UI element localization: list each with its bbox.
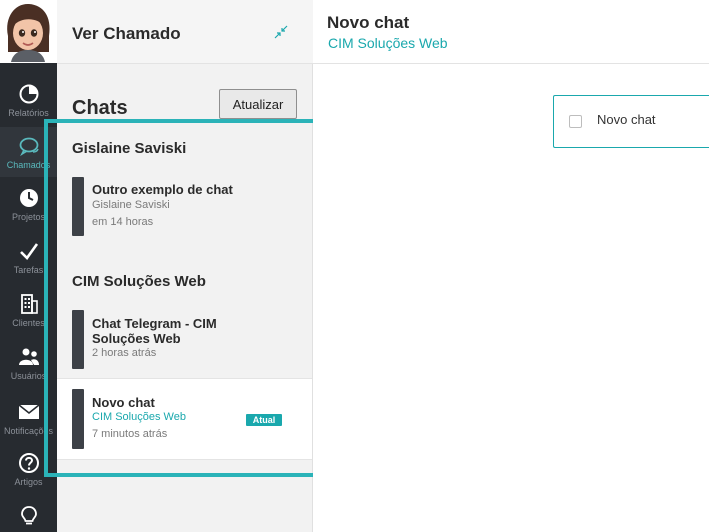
user-avatar-image	[2, 2, 54, 62]
chat-name: Outro exemplo de chat	[92, 182, 233, 197]
nav-item-usuarios[interactable]: Usuários	[0, 338, 57, 388]
chat-time: 7 minutos atrás	[92, 428, 168, 440]
nav-label: Relatórios	[8, 108, 49, 118]
chat-indicator-bar	[72, 310, 84, 369]
nav-item-tarefas[interactable]: Tarefas	[0, 232, 57, 282]
help-circle-icon	[18, 453, 39, 473]
chat-item-novo-chat[interactable]: Novo chat CIM Soluções Web Atual 7 minut…	[57, 378, 312, 460]
chat-subtitle: CIM Soluções Web	[92, 411, 186, 423]
chat-client-link[interactable]: CIM Soluções Web	[328, 35, 448, 51]
envelope-icon	[18, 404, 39, 419]
pie-chart-icon	[19, 84, 38, 104]
chat-title: Novo chat	[327, 13, 410, 32]
chat-group-title: Gislaine Saviski	[72, 140, 187, 157]
nav-item-relatorios[interactable]: Relatórios	[0, 75, 57, 125]
chats-panel: Ver Chamado Chats Atualizar Gislaine Sav…	[57, 0, 313, 532]
chat-card[interactable]: Novo chat	[553, 95, 709, 148]
nav-item-ideias[interactable]	[0, 497, 57, 532]
chat-name: Novo chat	[92, 395, 155, 410]
nav-label: Notificações	[3, 426, 54, 436]
nav-label: Artigos	[14, 477, 43, 487]
chat-time: 2 horas atrás	[92, 347, 157, 359]
avatar[interactable]	[0, 0, 57, 63]
card-label: Novo chat	[597, 112, 656, 127]
card-checkbox[interactable]	[569, 115, 582, 128]
collapse-arrows-icon[interactable]	[274, 25, 288, 39]
chat-subtitle: Gislaine Saviski	[92, 199, 170, 211]
nav-item-notificacoes[interactable]: Notificações	[0, 393, 57, 443]
chat-item-telegram[interactable]: Chat Telegram - CIM Soluções Web 2 horas…	[57, 305, 312, 371]
chat-group-title: CIM Soluções Web	[72, 273, 206, 290]
chat-bubbles-icon	[19, 137, 39, 157]
panel-title: Ver Chamado	[72, 24, 181, 43]
nav-label: Tarefas	[13, 265, 44, 275]
chats-title: Chats	[72, 97, 128, 119]
chat-indicator-bar	[72, 389, 84, 449]
main-header: Novo chat CIM Soluções Web	[313, 0, 709, 64]
chat-time: em 14 horas	[92, 216, 154, 228]
panel-header: Ver Chamado	[57, 0, 313, 64]
nav-rail: Relatórios Chamados Projetos Tarefas Cli…	[0, 0, 57, 532]
chat-name: Chat Telegram - CIM Soluções Web	[92, 316, 217, 346]
chat-indicator-bar	[72, 177, 84, 236]
refresh-button[interactable]: Atualizar	[219, 89, 297, 119]
checkmark-icon	[19, 243, 38, 261]
nav-label: Chamados	[6, 160, 51, 170]
users-icon	[18, 348, 39, 365]
clock-icon	[19, 189, 38, 207]
building-icon	[20, 294, 38, 314]
nav-label: Usuários	[10, 371, 47, 381]
lightbulb-icon	[20, 506, 37, 525]
nav-item-clientes[interactable]: Clientes	[0, 285, 57, 335]
nav-label: Clientes	[12, 318, 45, 328]
nav-item-projetos[interactable]: Projetos	[0, 179, 57, 229]
nav-label: Projetos	[11, 212, 46, 222]
chat-item-outro-exemplo[interactable]: Outro exemplo de chat Gislaine Saviski e…	[57, 172, 312, 238]
nav-item-chamados[interactable]: Chamados	[0, 127, 57, 177]
main-panel: Novo chat CIM Soluções Web Novo chat	[313, 0, 709, 532]
current-badge: Atual	[246, 414, 282, 426]
nav-item-artigos[interactable]: Artigos	[0, 444, 57, 494]
